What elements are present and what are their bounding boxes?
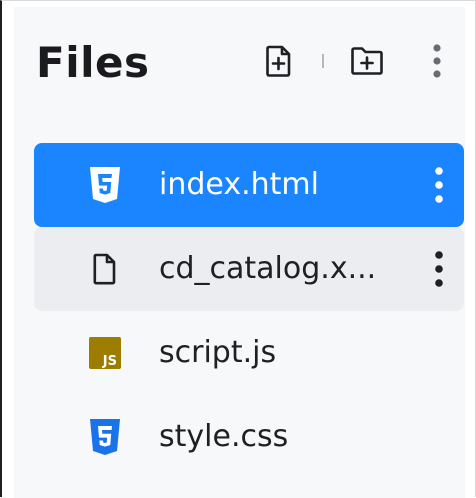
css3-icon: [86, 417, 124, 457]
new-file-button[interactable]: [259, 41, 299, 81]
file-item-script-js[interactable]: JS script.js: [34, 311, 464, 395]
kebab-menu-icon: [433, 44, 441, 78]
file-item-index-html[interactable]: index.html: [34, 143, 464, 227]
file-item-style-css[interactable]: style.css: [34, 395, 464, 479]
folder-plus-icon: [351, 47, 383, 75]
file-options-button[interactable]: [429, 165, 449, 205]
file-name: script.js: [159, 335, 277, 370]
new-folder-button[interactable]: [347, 41, 387, 81]
file-name: index.html: [159, 167, 319, 202]
panel-title: Files: [36, 38, 150, 87]
window-frame: Files index.html cd_catalog.x... JS scri…: [0, 0, 476, 498]
file-item-cd-catalog[interactable]: cd_catalog.x...: [34, 227, 464, 311]
files-header: Files: [14, 7, 465, 117]
files-panel: Files index.html cd_catalog.x... JS scri…: [14, 7, 465, 498]
file-options-button[interactable]: [429, 249, 449, 289]
javascript-icon: JS: [86, 333, 124, 373]
kebab-menu-icon: [435, 251, 443, 287]
kebab-menu-icon: [435, 167, 443, 203]
more-options-button[interactable]: [420, 41, 454, 81]
file-icon: [86, 249, 124, 289]
header-separator: [322, 54, 324, 68]
file-name: cd_catalog.x...: [159, 251, 377, 286]
file-name: style.css: [159, 419, 289, 454]
html5-icon: [86, 165, 124, 205]
file-plus-icon: [266, 45, 291, 77]
svg-text:JS: JS: [102, 354, 117, 369]
